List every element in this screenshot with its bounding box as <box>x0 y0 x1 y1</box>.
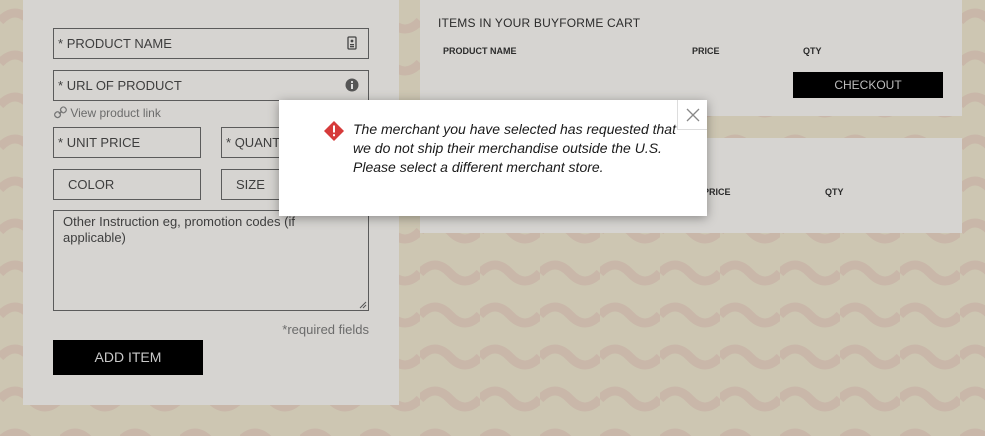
link-icon <box>54 106 67 119</box>
add-item-button[interactable]: ADD ITEM <box>53 340 203 375</box>
warning-diamond-icon <box>324 121 344 141</box>
merchant-warning-modal: The merchant you have selected has reque… <box>279 100 707 216</box>
col-qty-2: QTY <box>825 187 844 197</box>
color-field[interactable]: COLOR <box>53 169 201 200</box>
cart-panel: ITEMS IN YOUR BUYFORME CART PRODUCT NAME… <box>420 0 962 116</box>
info-icon[interactable] <box>345 78 359 92</box>
cart-title: ITEMS IN YOUR BUYFORME CART <box>438 16 641 30</box>
unit-price-field[interactable]: * UNIT PRICE <box>53 127 201 158</box>
product-name-label: PRODUCT NAME <box>66 36 172 51</box>
color-label: COLOR <box>68 177 115 192</box>
product-url-field[interactable]: * URL OF PRODUCT <box>53 70 369 101</box>
quantity-label: QUANT <box>234 135 281 150</box>
product-name-field[interactable]: * PRODUCT NAME <box>53 28 369 59</box>
col-product-name: PRODUCT NAME <box>443 46 517 56</box>
view-product-link-label: View product link <box>70 106 161 120</box>
contact-card-icon <box>347 36 357 50</box>
col-price-2: PRICE <box>703 187 731 197</box>
checkout-button[interactable]: CHECKOUT <box>793 72 943 98</box>
resize-grip-icon[interactable] <box>359 301 367 309</box>
modal-message: The merchant you have selected has reque… <box>353 121 676 175</box>
view-product-link[interactable]: View product link <box>54 106 161 120</box>
close-icon <box>686 108 700 122</box>
required-fields-note: *required fields <box>282 322 369 337</box>
col-qty: QTY <box>803 46 822 56</box>
instruction-textarea[interactable]: Other Instruction eg, promotion codes (i… <box>53 210 369 311</box>
modal-close-button[interactable] <box>677 100 707 130</box>
unit-price-label: UNIT PRICE <box>66 135 141 150</box>
product-url-label: URL OF PRODUCT <box>66 78 182 93</box>
instruction-placeholder: Other Instruction eg, promotion codes (i… <box>63 214 295 245</box>
col-price: PRICE <box>692 46 720 56</box>
size-label: SIZE <box>236 177 265 192</box>
